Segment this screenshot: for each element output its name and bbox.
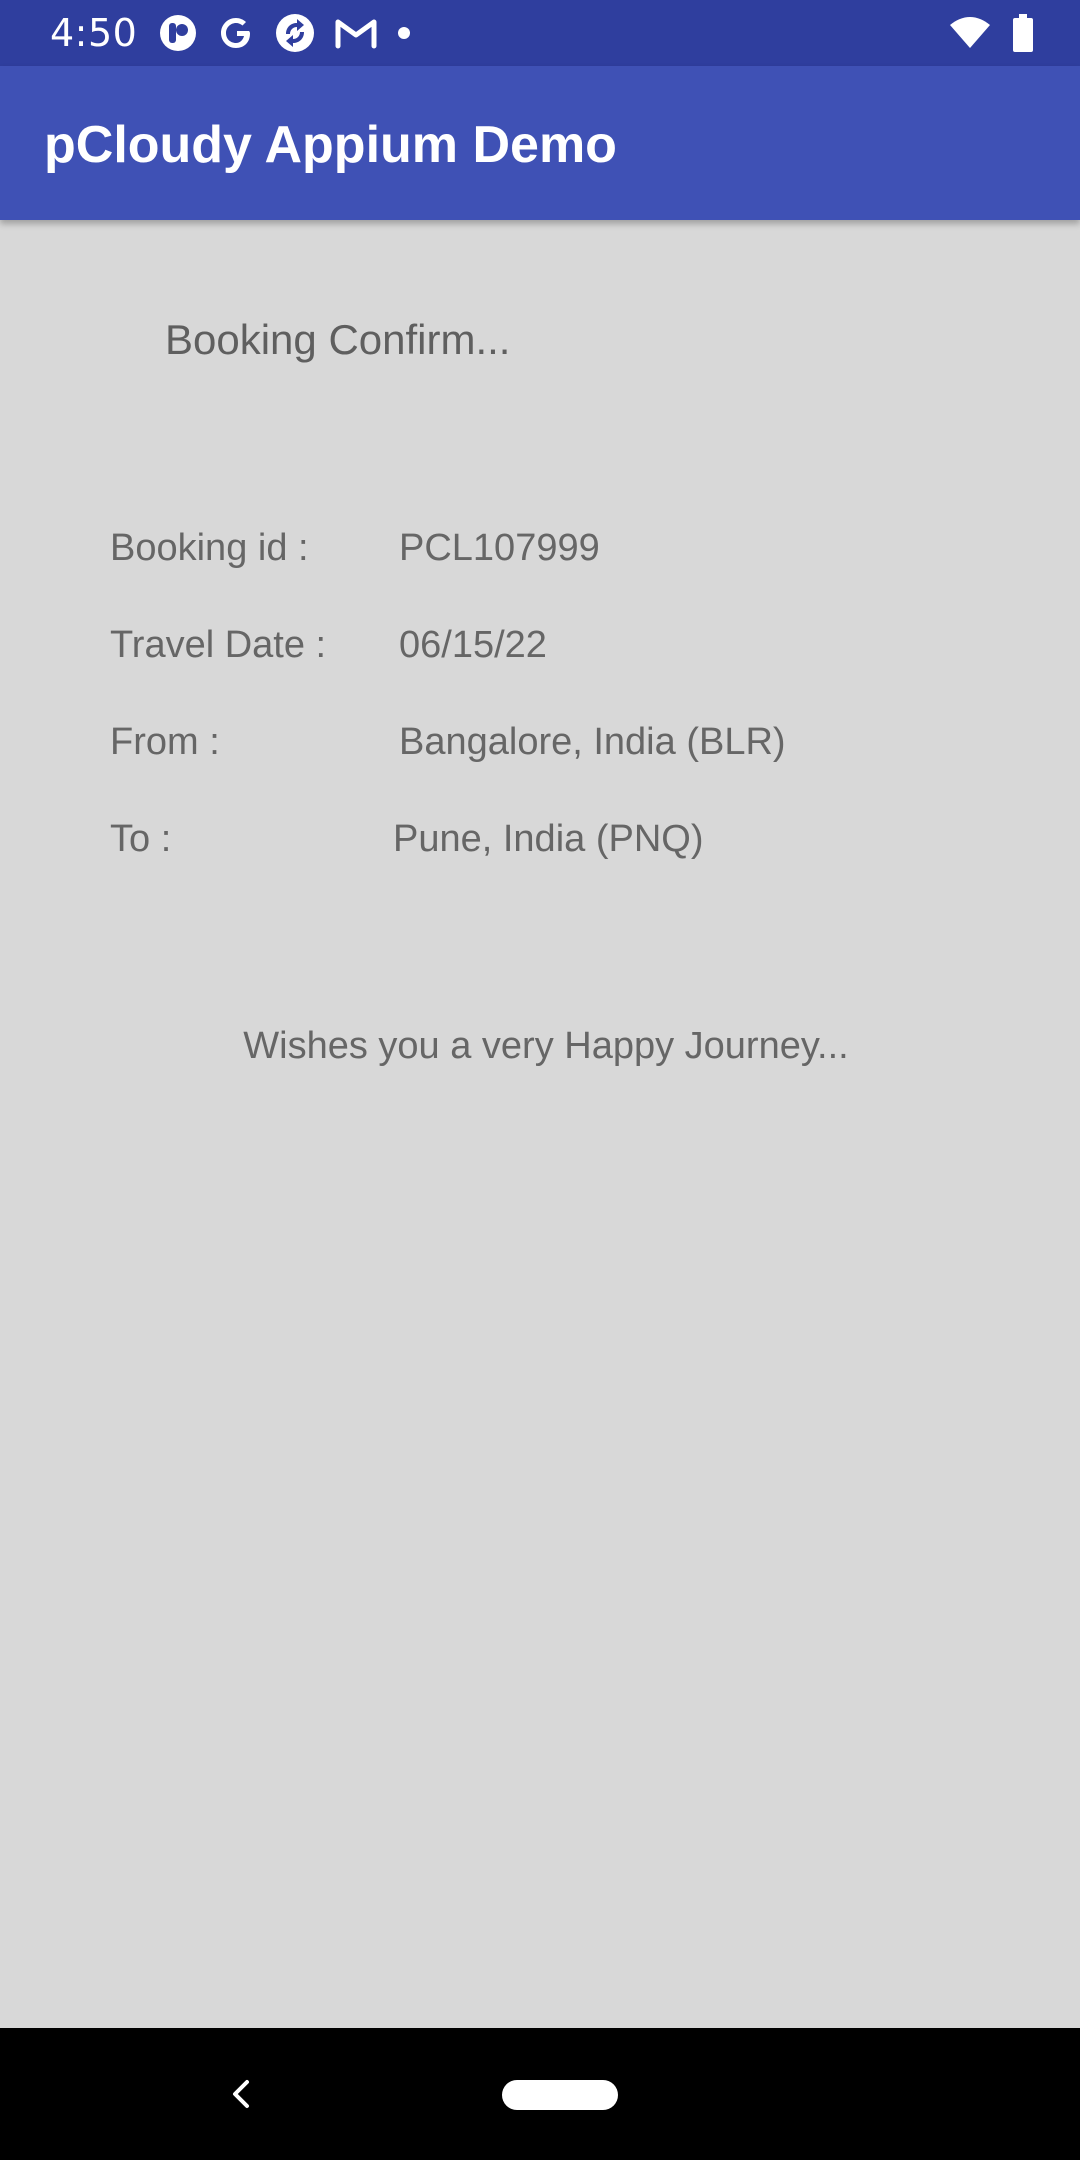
notification-icons: [158, 12, 412, 54]
booking-id-label: Booking id :: [110, 527, 309, 569]
system-icons: [948, 14, 1034, 52]
app-title: pCloudy Appium Demo: [44, 116, 617, 174]
google-icon: [216, 13, 256, 53]
app-bar: pCloudy Appium Demo: [0, 66, 1080, 220]
wifi-icon: [948, 16, 992, 50]
sync-app-icon: [274, 12, 316, 54]
booking-id-value: PCL107999: [399, 527, 600, 569]
from-label: From :: [110, 721, 220, 763]
booking-content: Booking Confirm... Booking id : PCL10799…: [0, 220, 1080, 2028]
to-label: To :: [110, 818, 172, 860]
status-time: 4:50: [50, 11, 138, 55]
travel-date-value: 06/15/22: [399, 624, 547, 666]
to-value: Pune, India (PNQ): [393, 818, 704, 860]
gmail-icon: [334, 16, 378, 50]
pcloudy-icon: [158, 13, 198, 53]
travel-date-label: Travel Date :: [110, 624, 327, 666]
navigation-bar: [0, 2028, 1080, 2160]
back-icon[interactable]: [222, 2074, 262, 2114]
from-value: Bangalore, India (BLR): [399, 721, 786, 763]
battery-icon: [1012, 14, 1034, 52]
home-button[interactable]: [502, 2080, 618, 2110]
booking-heading: Booking Confirm...: [165, 316, 511, 363]
happy-journey-message: Wishes you a very Happy Journey...: [243, 1025, 849, 1067]
status-bar: 4:50: [0, 0, 1080, 66]
more-dot-icon: [396, 25, 412, 41]
